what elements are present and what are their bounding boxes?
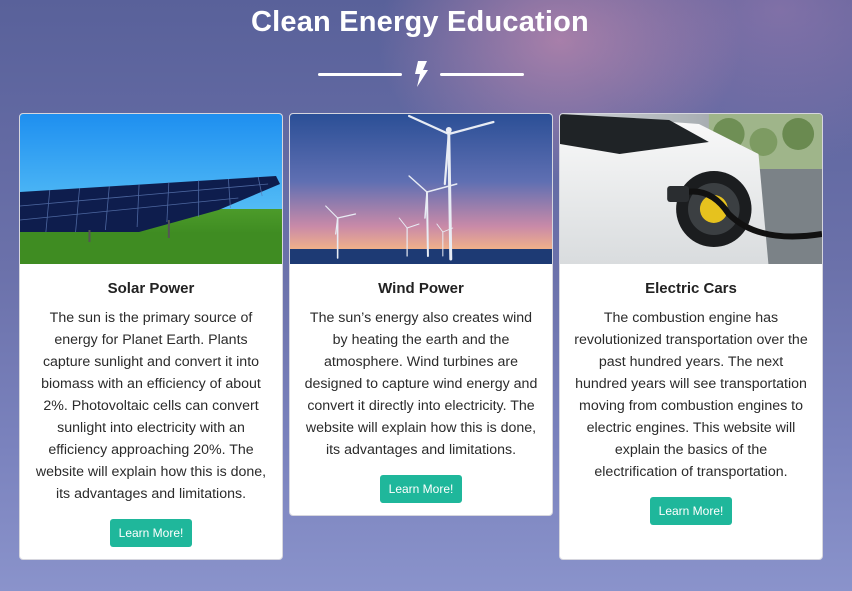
card-description: The sun is the primary source of energy … [35, 310, 267, 502]
learn-more-button[interactable]: Learn More! [379, 475, 463, 503]
card-title: Wind Power [378, 280, 464, 297]
divider-line-left [318, 72, 402, 76]
learn-more-button[interactable]: Learn More! [649, 497, 733, 525]
card-wind-power: Wind Power The sun’s energy also creates… [289, 113, 553, 516]
card-electric-cars: Electric Cars The combustion engine has … [559, 113, 823, 560]
divider-line-right [440, 72, 524, 76]
card-title: Electric Cars [645, 280, 737, 297]
learn-more-button[interactable]: Learn More! [109, 519, 193, 547]
lightning-bolt-icon [411, 60, 431, 88]
card-description: The combustion engine has revolutionized… [574, 310, 808, 480]
wind-turbines-image [290, 114, 552, 264]
solar-panel-image [20, 114, 282, 264]
card-description: The sun’s energy also creates wind by he… [304, 310, 538, 458]
card-title: Solar Power [107, 280, 195, 297]
card-solar-power: Solar Power The sun is the primary sourc… [19, 113, 283, 560]
page-title: Clean Energy Education [251, 6, 589, 38]
electric-car-charging-image [560, 114, 822, 264]
title-divider [318, 60, 524, 88]
